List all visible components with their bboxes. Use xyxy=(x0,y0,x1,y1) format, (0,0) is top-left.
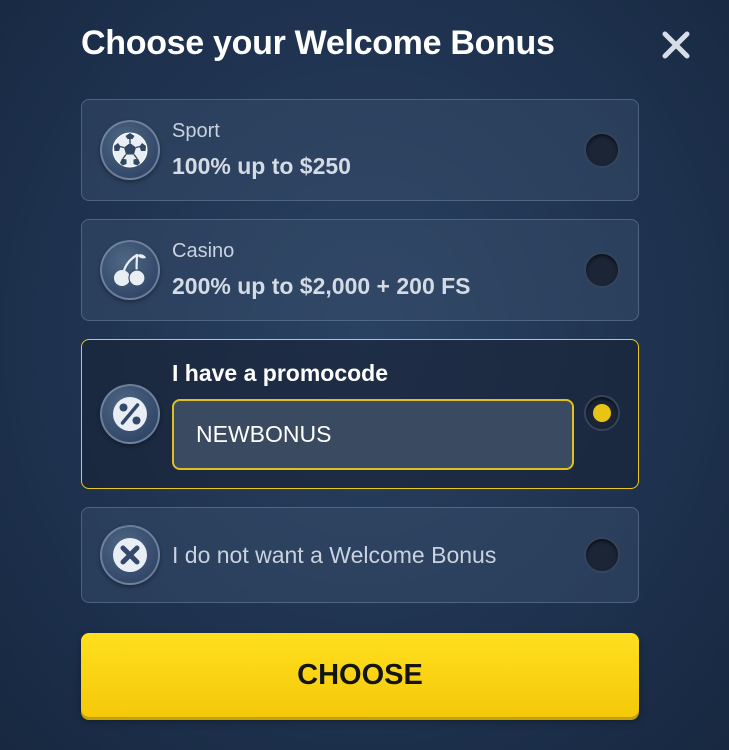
x-circle-icon xyxy=(100,525,160,585)
choose-button[interactable]: CHOOSE xyxy=(81,633,639,717)
option-category: Sport xyxy=(172,120,220,142)
cherry-icon xyxy=(100,240,160,300)
radio-no-bonus[interactable] xyxy=(584,537,620,573)
radio-promocode[interactable] xyxy=(584,395,620,431)
no-bonus-label: I do not want a Welcome Bonus xyxy=(172,542,497,568)
option-offer: 100% up to $250 xyxy=(172,153,351,179)
option-no-bonus[interactable]: I do not want a Welcome Bonus xyxy=(81,507,639,603)
percent-icon xyxy=(100,384,160,444)
page-title: Choose your Welcome Bonus xyxy=(81,24,555,62)
option-promocode[interactable]: I have a promocode xyxy=(81,339,639,489)
close-icon xyxy=(662,31,690,59)
option-casino[interactable]: Casino 200% up to $2,000 + 200 FS xyxy=(81,219,639,321)
option-offer: 200% up to $2,000 + 200 FS xyxy=(172,273,471,299)
close-button[interactable] xyxy=(655,24,697,66)
radio-casino[interactable] xyxy=(584,252,620,288)
promocode-label: I have a promocode xyxy=(172,360,389,386)
option-sport[interactable]: Sport 100% up to $250 xyxy=(81,99,639,201)
radio-selected-dot xyxy=(593,404,611,422)
radio-sport[interactable] xyxy=(584,132,620,168)
promocode-input[interactable] xyxy=(172,399,574,470)
soccer-ball-icon xyxy=(100,120,160,180)
option-category: Casino xyxy=(172,240,235,262)
